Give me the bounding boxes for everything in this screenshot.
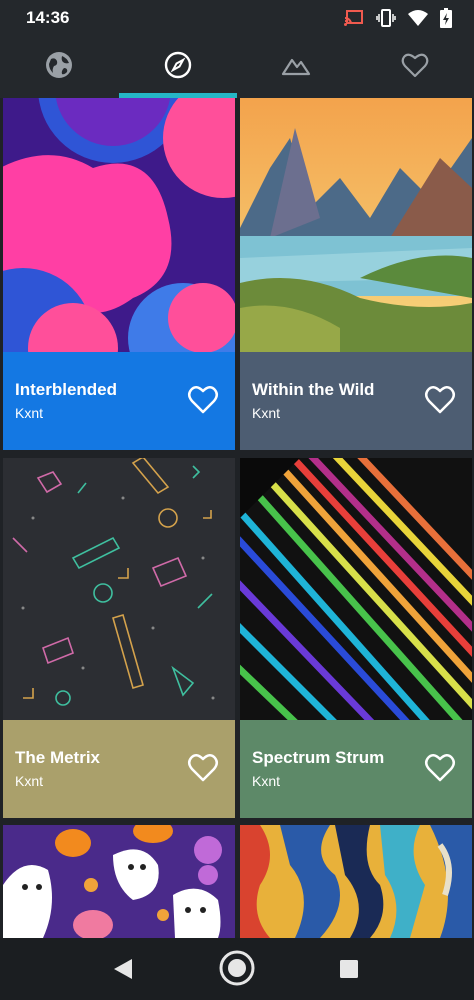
wallpaper-grid[interactable]: Interblended Kxnt Within the Wild Kxnt T…: [0, 98, 474, 938]
wallpaper-preview-image: [3, 825, 235, 938]
tab-collections[interactable]: [237, 36, 355, 98]
mountain-icon: [281, 54, 311, 81]
wallpaper-author: Kxnt: [252, 405, 281, 421]
tab-discover[interactable]: [119, 36, 237, 98]
favorite-heart-icon[interactable]: [187, 385, 219, 415]
wallpaper-preview-image: [240, 98, 472, 352]
compass-icon: [164, 51, 192, 84]
wallpaper-card-interblended[interactable]: Interblended Kxnt: [3, 98, 235, 450]
wallpaper-card-the-metrix[interactable]: The Metrix Kxnt: [3, 458, 235, 818]
favorite-heart-icon[interactable]: [187, 753, 219, 783]
recents-icon[interactable]: [339, 959, 359, 984]
wallpaper-author: Kxnt: [15, 405, 44, 421]
wallpaper-card-abstract-map[interactable]: [240, 825, 472, 938]
wallpaper-preview-image: [3, 98, 235, 352]
wallpaper-card-spectrum-strum[interactable]: Spectrum Strum Kxnt: [240, 458, 472, 818]
wallpaper-author: Kxnt: [252, 773, 281, 789]
heart-icon: [401, 52, 429, 83]
tab-explore[interactable]: [0, 36, 118, 98]
wallpaper-preview-image: [240, 825, 472, 938]
wifi-icon: [408, 9, 428, 32]
back-icon[interactable]: [112, 958, 134, 985]
system-navigation-bar: [0, 938, 474, 1000]
favorite-heart-icon[interactable]: [424, 385, 456, 415]
wallpaper-title: The Metrix: [15, 748, 101, 767]
card-footer: Spectrum Strum Kxnt: [240, 720, 472, 818]
home-icon[interactable]: [218, 949, 256, 992]
globe-icon: [45, 51, 73, 84]
card-footer: The Metrix Kxnt: [3, 720, 235, 818]
wallpaper-title: Interblended: [15, 380, 118, 399]
vibrate-icon: [376, 9, 396, 32]
wallpaper-preview-image: [240, 458, 472, 720]
battery-charging-icon: [440, 8, 452, 33]
wallpaper-title: Within the Wild: [252, 380, 375, 399]
wallpaper-preview-image: [3, 458, 235, 720]
tab-favorites[interactable]: [356, 36, 474, 98]
top-tab-bar: [0, 36, 474, 98]
favorite-heart-icon[interactable]: [424, 753, 456, 783]
cast-icon: [344, 9, 364, 32]
wallpaper-author: Kxnt: [15, 773, 44, 789]
status-bar: 14:36: [0, 0, 474, 36]
card-footer: Within the Wild Kxnt: [240, 352, 472, 450]
card-footer: Interblended Kxnt: [3, 352, 235, 450]
wallpaper-title: Spectrum Strum: [252, 748, 385, 767]
wallpaper-card-within-the-wild[interactable]: Within the Wild Kxnt: [240, 98, 472, 450]
status-time: 14:36: [26, 8, 70, 27]
wallpaper-card-halloween[interactable]: [3, 825, 235, 938]
